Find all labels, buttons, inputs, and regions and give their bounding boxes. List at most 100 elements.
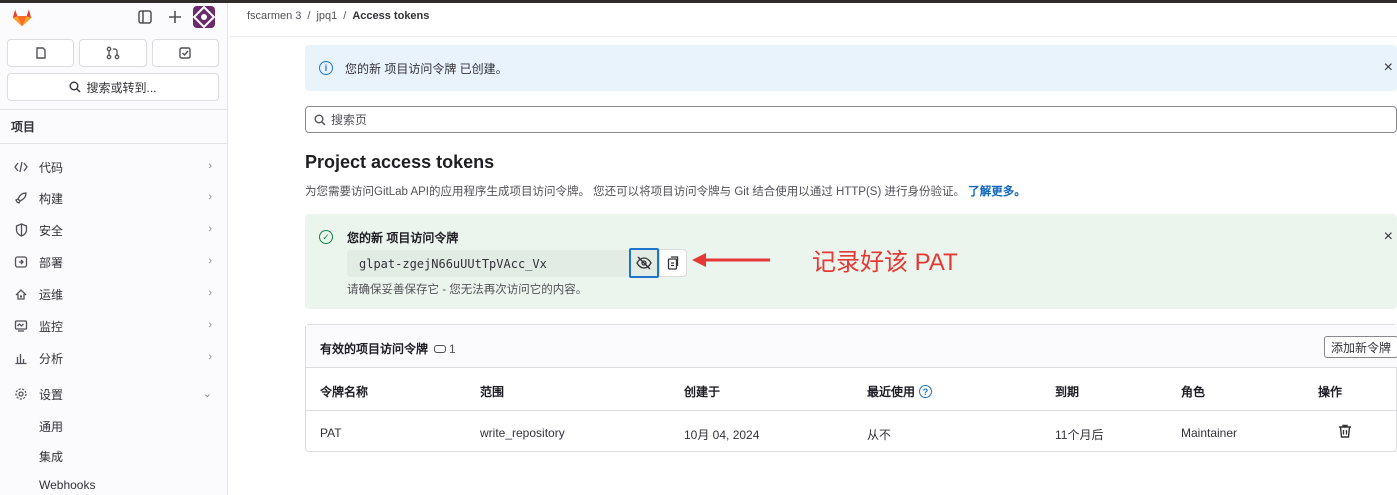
breadcrumb: fscarmen 3 / jpq1 / Access tokens (247, 10, 429, 22)
search-icon (314, 114, 326, 125)
token-count-value: 1 (449, 341, 456, 356)
cell-token-name: PAT (320, 426, 342, 440)
column-header-created: 创建于 (684, 385, 721, 399)
copy-icon (667, 256, 679, 270)
code-icon (13, 159, 29, 175)
sidebar-subitem-general[interactable]: 通用 (39, 418, 63, 435)
quick-actions (7, 39, 219, 67)
column-header-role: 角色 (1181, 385, 1206, 399)
chevron-right-icon: › (208, 287, 212, 299)
column-header-expires: 到期 (1055, 385, 1080, 399)
active-tokens-card: 有效的项目访问令牌 1 添加新令牌 令牌名称 范围 创建于 最近使用 ? 到期 … (305, 324, 1397, 452)
plus-icon[interactable] (165, 7, 185, 27)
trash-icon[interactable] (1337, 423, 1353, 439)
cell-scope: write_repository (480, 426, 565, 440)
sidebar-top (0, 3, 228, 33)
todos-button[interactable] (151, 39, 219, 67)
description-text: 为您需要访问GitLab API的应用程序生成项目访问令牌。 您还可以将项目访问… (305, 186, 965, 198)
divider (0, 109, 228, 110)
rocket-icon (13, 190, 29, 206)
annotation-arrow-icon (692, 253, 770, 267)
toggle-visibility-button[interactable] (629, 248, 659, 278)
sidebar-toggle-icon[interactable] (135, 7, 155, 27)
sidebar-search-button[interactable]: 搜索或转到... (7, 73, 219, 101)
sidebar-subitem-integrations[interactable]: 集成 (39, 448, 63, 465)
add-new-token-button[interactable]: 添加新令牌 (1323, 336, 1397, 358)
sidebar-item-label: 安全 (39, 223, 64, 238)
breadcrumb-item[interactable]: fscarmen 3 (247, 10, 301, 22)
token-icon (434, 344, 447, 353)
divider (306, 410, 1397, 411)
sidebar-item-label: 监控 (39, 319, 64, 334)
info-alert: i 您的新 项目访问令牌 已创建。 × (305, 45, 1397, 91)
todo-icon (179, 47, 192, 59)
gitlab-logo-icon[interactable] (11, 6, 33, 28)
sidebar-item-label: 分析 (39, 351, 64, 366)
breadcrumb-separator: / (343, 10, 347, 22)
breadcrumb-separator: / (307, 10, 311, 22)
monitor-icon (13, 318, 29, 334)
card-title: 有效的项目访问令牌 1 (320, 340, 456, 357)
sidebar-item-label: 部署 (39, 255, 64, 270)
token-count: 1 (434, 342, 456, 356)
deploy-icon (13, 254, 29, 270)
breadcrumb-current[interactable]: Access tokens (352, 10, 429, 22)
sidebar-item-security[interactable]: 安全 › (0, 216, 228, 244)
sidebar-subitem-webhooks[interactable]: Webhooks (39, 478, 95, 492)
sidebar-item-analyze[interactable]: 分析 › (0, 344, 228, 372)
column-header-action: 操作 (1318, 385, 1343, 399)
chevron-right-icon: › (208, 351, 212, 363)
info-alert-text: 您的新 项目访问令牌 已创建。 (345, 61, 508, 76)
chevron-right-icon: › (208, 160, 212, 172)
divider (229, 36, 1397, 37)
cloud-icon (13, 286, 29, 302)
sidebar-item-label: 代码 (39, 160, 64, 175)
eye-slash-icon (636, 256, 652, 270)
chevron-right-icon: › (208, 191, 212, 203)
info-icon: i (319, 61, 333, 75)
sidebar-item-code[interactable]: 代码 › (0, 153, 228, 181)
sidebar-item-settings[interactable]: 设置 ⌄ (0, 380, 228, 408)
cell-expires: 11个月后 (1055, 428, 1104, 442)
column-header-last-used: 最近使用 ? (867, 383, 933, 400)
token-save-note: 请确保妥善保存它 - 您无法再次访问它的内容。 (347, 284, 588, 296)
sidebar-item-operate[interactable]: 运维 › (0, 280, 228, 308)
token-value-field[interactable]: glpat-zgejN66uUUtTpVAcc_Vx (347, 250, 630, 277)
sidebar-item-build[interactable]: 构建 › (0, 184, 228, 212)
cell-created: 10月 04, 2024 (684, 428, 760, 442)
merge-requests-button[interactable] (79, 39, 147, 67)
gear-icon (13, 386, 29, 402)
column-header-name: 令牌名称 (320, 385, 369, 399)
annotation-text: 记录好该 PAT (812, 249, 958, 276)
close-icon[interactable]: × (1384, 59, 1393, 77)
sidebar-item-label: 构建 (39, 191, 64, 206)
sidebar-item-monitor[interactable]: 监控 › (0, 312, 228, 340)
card-title-text: 有效的项目访问令牌 (320, 342, 429, 356)
chart-icon (13, 350, 29, 366)
page-title: Project access tokens (305, 152, 495, 172)
close-icon[interactable]: × (1384, 228, 1393, 246)
sidebar-item-label: 运维 (39, 287, 64, 302)
column-header-last-used-label: 最近使用 (867, 385, 916, 399)
sidebar-search-label: 搜索或转到... (86, 80, 157, 95)
chevron-right-icon: › (208, 255, 212, 267)
learn-more-link[interactable]: 了解更多。 (968, 186, 1026, 198)
page-search-input[interactable]: 搜索页 (305, 106, 1397, 133)
new-token-heading: 您的新 项目访问令牌 (347, 231, 459, 245)
breadcrumb-item[interactable]: jpq1 (316, 10, 337, 22)
page-description: 为您需要访问GitLab API的应用程序生成项目访问令牌。 您还可以将项目访问… (305, 183, 1026, 199)
sidebar: 搜索或转到... 项目 代码 › 构建 › 安全 › 部署 › 运维 › 监控 … (0, 3, 228, 495)
sidebar-item-label: 设置 (39, 387, 64, 402)
issues-button[interactable] (7, 39, 75, 67)
sidebar-item-deploy[interactable]: 部署 › (0, 248, 228, 276)
divider (0, 143, 228, 144)
copy-token-button[interactable] (659, 249, 687, 277)
sidebar-section-title: 项目 (11, 120, 36, 134)
search-icon (69, 81, 81, 93)
chevron-right-icon: › (208, 319, 212, 331)
avatar[interactable] (192, 5, 216, 29)
check-circle-icon: ✓ (319, 230, 333, 244)
issues-icon (35, 47, 46, 59)
question-icon[interactable]: ? (919, 385, 933, 398)
chevron-down-icon: ⌄ (202, 388, 212, 400)
